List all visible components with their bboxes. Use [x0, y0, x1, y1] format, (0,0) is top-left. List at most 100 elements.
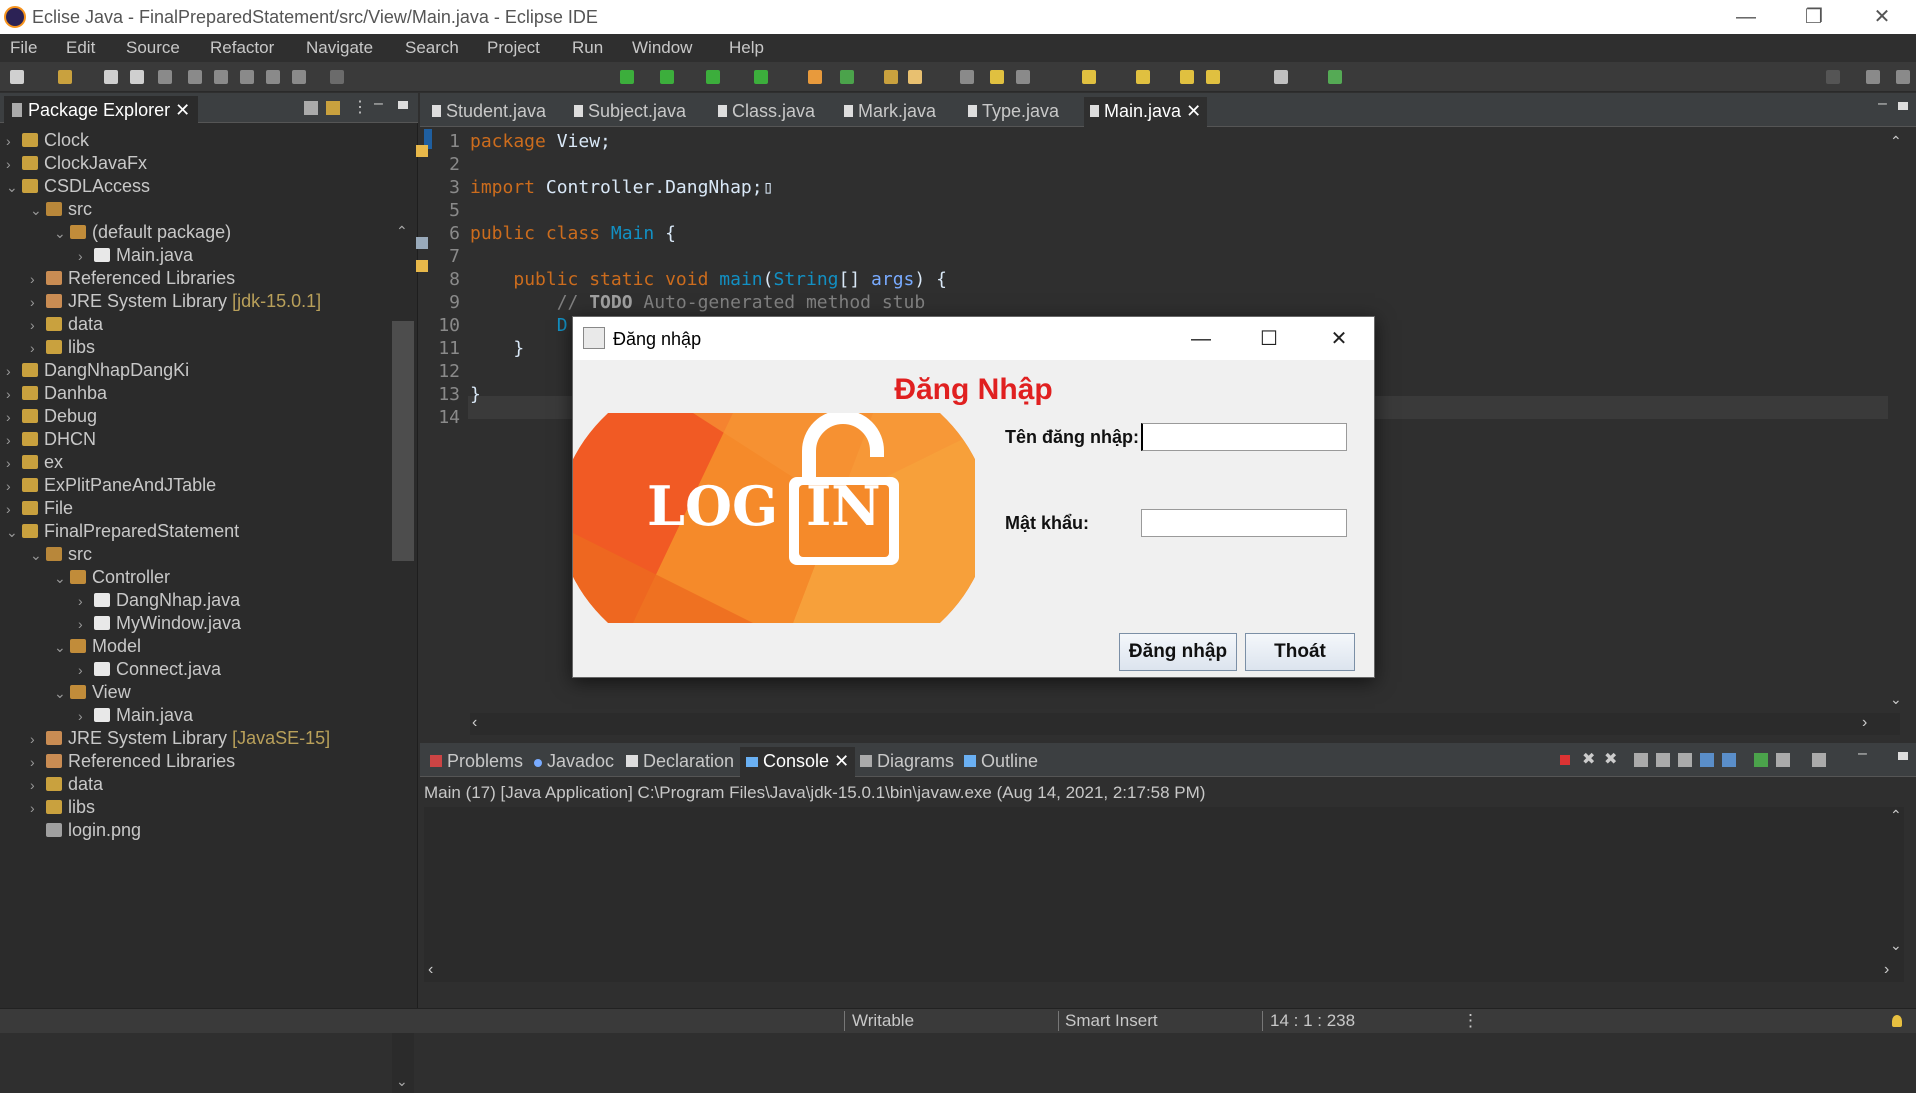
scroll-down-icon[interactable]: ⌄ [1890, 691, 1902, 708]
toolbar-search-icon[interactable] [1826, 70, 1840, 84]
view-menu-icon[interactable]: ⋮ [352, 97, 368, 117]
tab-mark-java[interactable]: Mark.java [838, 97, 942, 127]
link-with-editor-icon[interactable] [326, 101, 340, 115]
menu-search[interactable]: Search [405, 38, 459, 58]
tip-bulb-icon[interactable] [1892, 1015, 1902, 1027]
run-icon[interactable] [660, 70, 674, 84]
pin-editor-icon[interactable] [1328, 70, 1342, 84]
tab-javadoc[interactable]: Javadoc [528, 747, 620, 777]
toolbar-icon[interactable] [188, 70, 202, 84]
scroll-down-icon[interactable]: ⌄ [396, 1073, 408, 1090]
forward-nav-icon[interactable] [1274, 70, 1288, 84]
toolbar-icon[interactable] [214, 70, 228, 84]
clear-console-icon[interactable] [1634, 753, 1648, 767]
run-coverage-icon[interactable] [706, 70, 720, 84]
tab-problems[interactable]: Problems [424, 747, 529, 777]
maximize-view-icon[interactable] [1898, 102, 1908, 110]
toolbar-icon[interactable] [960, 70, 974, 84]
menu-edit[interactable]: Edit [66, 38, 95, 58]
remove-all-icon[interactable]: ✖ [1604, 749, 1617, 769]
terminate-icon[interactable] [1560, 755, 1570, 765]
username-input[interactable] [1141, 423, 1347, 451]
dialog-maximize-button[interactable]: ☐ [1239, 323, 1299, 355]
scroll-up-icon[interactable]: ⌃ [396, 223, 408, 240]
toolbar-icon[interactable] [330, 70, 344, 84]
scroll-right-icon[interactable]: › [1862, 714, 1867, 732]
exit-button[interactable]: Thoát [1245, 633, 1355, 671]
console-output[interactable]: ‹ › ⌃ ⌄ [424, 807, 1904, 982]
editor-horizontal-scrollbar[interactable]: ‹ › [470, 713, 1900, 735]
minimize-view-icon[interactable]: ‒ [1858, 745, 1867, 763]
tab-type-java[interactable]: Type.java [962, 97, 1065, 127]
scroll-up-icon[interactable]: ⌃ [1890, 807, 1902, 824]
save-icon[interactable] [104, 70, 118, 84]
back-icon[interactable] [1180, 70, 1194, 84]
search-icon[interactable] [908, 70, 922, 84]
tab-outline[interactable]: Outline [958, 747, 1044, 777]
menu-source[interactable]: Source [126, 38, 180, 58]
status-menu-icon[interactable]: ⋮ [1462, 1011, 1479, 1031]
minimize-button[interactable]: — [1716, 2, 1776, 32]
warning-marker-icon[interactable] [416, 145, 428, 157]
menu-refactor[interactable]: Refactor [210, 38, 274, 58]
close-tab-icon[interactable]: ✕ [834, 751, 849, 771]
scrollbar-thumb[interactable] [392, 321, 414, 561]
debug-icon[interactable] [620, 70, 634, 84]
menu-help[interactable]: Help [729, 38, 764, 58]
tab-subject-java[interactable]: Subject.java [568, 97, 692, 127]
password-input[interactable] [1141, 509, 1347, 537]
previous-annotation-icon[interactable] [1136, 70, 1150, 84]
task-marker-icon[interactable] [416, 237, 428, 249]
open-perspective-icon[interactable] [1866, 70, 1880, 84]
tab-console[interactable]: Console ✕ [740, 747, 856, 777]
scroll-up-icon[interactable]: ⌃ [1890, 133, 1902, 150]
save-all-icon[interactable] [130, 70, 144, 84]
login-button[interactable]: Đăng nhập [1119, 633, 1237, 671]
scroll-left-icon[interactable]: ‹ [472, 714, 477, 732]
forward-icon[interactable] [1206, 70, 1220, 84]
toolbar-icon[interactable] [1016, 70, 1030, 84]
open-icon[interactable] [58, 70, 72, 84]
tab-declaration[interactable]: Declaration [620, 747, 740, 777]
show-on-stderr-icon[interactable] [1722, 753, 1736, 767]
scroll-down-icon[interactable]: ⌄ [1890, 937, 1902, 954]
java-perspective-icon[interactable] [1896, 70, 1910, 84]
menu-file[interactable]: File [10, 38, 37, 58]
maximize-view-icon[interactable] [398, 101, 408, 109]
menu-window[interactable]: Window [632, 38, 692, 58]
tab-diagrams[interactable]: Diagrams [854, 747, 960, 777]
tab-class-java[interactable]: Class.java [712, 97, 821, 127]
toolbar-icon[interactable] [292, 70, 306, 84]
tab-package-explorer[interactable]: Package Explorer ✕ [4, 96, 199, 123]
show-on-stdout-icon[interactable] [1700, 753, 1714, 767]
dialog-close-button[interactable]: ✕ [1309, 323, 1369, 355]
scroll-left-icon[interactable]: ‹ [428, 961, 433, 979]
print-icon[interactable] [158, 70, 172, 84]
external-tools-icon[interactable] [754, 70, 768, 84]
close-button[interactable]: ✕ [1852, 2, 1912, 32]
new-package-icon[interactable] [840, 70, 854, 84]
warning-marker-icon[interactable] [416, 260, 428, 272]
maximize-view-icon[interactable] [1898, 752, 1908, 760]
open-type-icon[interactable] [884, 70, 898, 84]
maximize-button[interactable]: ❐ [1784, 2, 1844, 32]
minimize-view-icon[interactable]: ‒ [374, 95, 383, 113]
new-java-project-icon[interactable] [808, 70, 822, 84]
open-console-icon[interactable] [1812, 753, 1826, 767]
pin-console-icon[interactable] [1754, 753, 1768, 767]
dialog-minimize-button[interactable]: — [1171, 323, 1231, 355]
tab-main-java[interactable]: Main.java ✕ [1084, 97, 1208, 127]
menu-navigate[interactable]: Navigate [306, 38, 373, 58]
scroll-right-icon[interactable]: › [1884, 961, 1889, 979]
close-tab-icon[interactable]: ✕ [1186, 101, 1201, 121]
tab-student-java[interactable]: Student.java [426, 97, 552, 127]
toolbar-icon[interactable] [266, 70, 280, 84]
tree-item[interactable]: login.png [30, 816, 141, 844]
scroll-lock-icon[interactable] [1656, 753, 1670, 767]
minimize-view-icon[interactable]: ‒ [1878, 95, 1887, 113]
toolbar-icon[interactable] [240, 70, 254, 84]
next-annotation-icon[interactable] [1082, 70, 1096, 84]
collapse-all-icon[interactable] [304, 101, 318, 115]
mark-occurrences-icon[interactable] [990, 70, 1004, 84]
close-tab-icon[interactable]: ✕ [175, 100, 190, 120]
